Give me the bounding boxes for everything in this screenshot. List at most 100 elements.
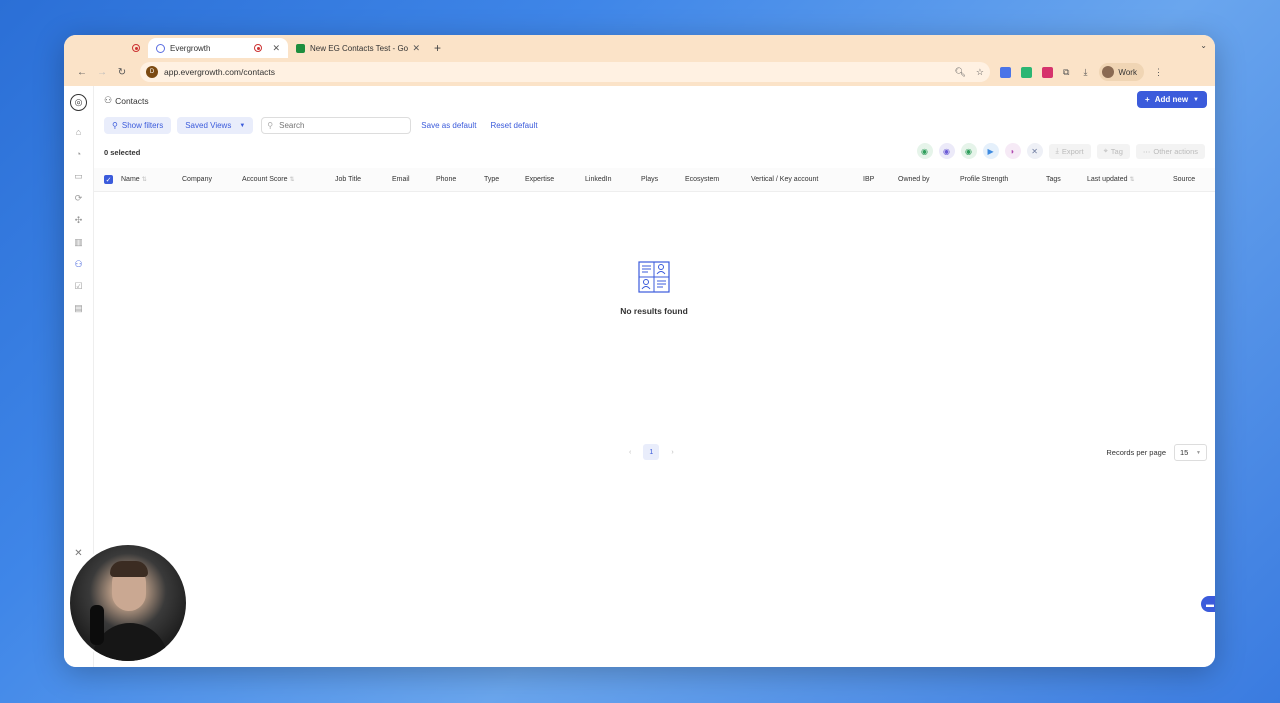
column-label: Job Title <box>335 176 362 183</box>
column-label: Company <box>182 176 212 183</box>
column-header-linkedin[interactable]: LinkedIn <box>585 176 611 183</box>
column-header-company[interactable]: Company <box>182 176 212 183</box>
building-icon[interactable]: ▥ <box>72 235 86 249</box>
extension-icon[interactable] <box>1042 66 1053 78</box>
zoom-icon[interactable]: 🔍︎ <box>954 67 965 78</box>
radar-icon[interactable]: ◔ <box>72 147 86 161</box>
evergrowth-logo-icon[interactable]: ◎ <box>70 94 87 111</box>
integration-avatar-icon[interactable]: ▶ <box>982 143 999 159</box>
tag-button[interactable]: ⌖ Tag <box>1096 143 1130 159</box>
tab-evergrowth[interactable]: Evergrowth ✕ <box>148 38 288 58</box>
reload-icon[interactable]: ↻ <box>112 67 132 78</box>
forward-icon[interactable]: → <box>92 67 112 78</box>
column-header-ibp[interactable]: IBP <box>863 176 874 183</box>
address-bar[interactable]: D app.evergrowth.com/contacts 🔍︎ ☆ <box>140 62 990 82</box>
tab-search-chevron-icon[interactable]: ⌄ <box>1200 41 1207 50</box>
chat-widget-icon[interactable]: ▬ <box>1201 596 1215 612</box>
tab-sheets[interactable]: New EG Contacts Test - Goog ✕ <box>288 38 428 58</box>
next-page-icon[interactable]: › <box>671 449 673 456</box>
column-header-phone[interactable]: Phone <box>436 176 456 183</box>
back-icon[interactable]: ← <box>72 67 92 78</box>
download-icon: ⤓ <box>1055 146 1059 155</box>
app-content: ◎ ⌂ ◔ ▭ ⟳ ✣ ▥ ⚇ ☑ ▤ ✕ ⚇ Contacts + Add n… <box>64 86 1215 667</box>
column-header-expertise[interactable]: Expertise <box>525 176 554 183</box>
other-actions-button[interactable]: ⋯ Other actions <box>1135 143 1205 159</box>
extension-icon[interactable] <box>1000 66 1011 78</box>
filter-bar: ⚲ Show filters Saved Views ▼ ⚲ Save as d… <box>104 117 538 134</box>
url-text[interactable]: app.evergrowth.com/contacts <box>164 67 944 77</box>
tab-recording[interactable] <box>64 38 148 58</box>
column-header-account-score[interactable]: Account Score ⇅ <box>242 176 295 183</box>
close-tab-icon[interactable]: ✕ <box>412 43 420 54</box>
chevron-down-icon: ▼ <box>1196 449 1201 456</box>
reset-default-button[interactable]: Reset default <box>490 121 537 130</box>
search-field[interactable]: ⚲ <box>261 117 412 134</box>
integration-avatar-icon[interactable]: ◗ <box>1004 143 1021 159</box>
column-header-tags[interactable]: Tags <box>1046 176 1061 183</box>
column-header-type[interactable]: Type <box>484 176 499 183</box>
bookmark-star-icon[interactable]: ☆ <box>976 67 984 78</box>
recording-icon <box>132 44 140 52</box>
tab-title: Evergrowth <box>170 43 211 53</box>
column-header-last-updated[interactable]: Last updated ⇅ <box>1087 176 1135 183</box>
profile-button[interactable]: Work <box>1099 63 1144 81</box>
records-per-page-select[interactable]: 15 ▼ <box>1174 444 1207 461</box>
column-label: Source <box>1173 176 1196 183</box>
prev-page-icon[interactable]: ‹ <box>629 449 631 456</box>
other-actions-label: Other actions <box>1153 146 1198 156</box>
more-menu-icon[interactable]: ⋮ <box>1154 67 1163 78</box>
tab-strip: Evergrowth ✕ New EG Contacts Test - Goog… <box>64 35 1215 58</box>
download-icon[interactable]: ⤓ <box>1083 67 1087 78</box>
column-label: Vertical / Key account <box>751 176 819 183</box>
clipboard-icon[interactable]: ▤ <box>72 301 86 315</box>
sheets-favicon-icon <box>296 43 305 53</box>
recording-icon <box>254 44 263 52</box>
bag-icon[interactable]: ▭ <box>72 169 86 183</box>
empty-state-text: No results found <box>620 306 688 316</box>
column-label: Ecosystem <box>685 176 720 183</box>
extension-icon[interactable] <box>1021 66 1032 78</box>
webcam-microphone <box>90 605 104 645</box>
close-tab-icon[interactable]: ✕ <box>272 43 280 54</box>
save-as-default-button[interactable]: Save as default <box>421 121 476 130</box>
page-button-current[interactable]: 1 <box>643 444 660 460</box>
new-tab-button[interactable]: + <box>428 38 447 58</box>
integration-avatar-icon[interactable]: ◉ <box>960 143 977 159</box>
column-header-job-title[interactable]: Job Title <box>335 176 361 183</box>
integration-avatar-icon[interactable]: ◉ <box>938 143 955 159</box>
column-header-ecosystem[interactable]: Ecosystem <box>685 176 719 183</box>
export-button[interactable]: ⤓ Export <box>1048 143 1091 159</box>
column-label: Type <box>484 176 500 183</box>
column-header-profile-strength[interactable]: Profile Strength <box>960 176 1008 183</box>
network-icon[interactable]: ✣ <box>72 213 86 227</box>
column-label: LinkedIn <box>585 176 612 183</box>
column-header-owned-by[interactable]: Owned by <box>898 176 930 183</box>
integration-avatar-icon[interactable]: ◉ <box>916 143 933 159</box>
sort-icon: ⇅ <box>1129 177 1135 183</box>
column-header-email[interactable]: Email <box>392 176 410 183</box>
integrations-icon[interactable]: ✕ <box>74 548 82 559</box>
select-all-checkbox[interactable]: ✓ <box>104 175 113 184</box>
integration-avatar-icon[interactable]: ✕ <box>1026 143 1043 159</box>
column-header-plays[interactable]: Plays <box>641 176 658 183</box>
sync-icon[interactable]: ⟳ <box>72 191 86 205</box>
add-new-label: Add new <box>1154 95 1189 104</box>
puzzle-extensions-icon[interactable]: ⧉ <box>1063 67 1069 78</box>
records-per-page-label: Records per page <box>1106 448 1166 457</box>
filter-icon: ⚲ <box>112 121 118 130</box>
saved-views-dropdown[interactable]: Saved Views ▼ <box>177 117 254 134</box>
column-header-vertical[interactable]: Vertical / Key account <box>751 176 818 183</box>
chevron-down-icon: ▼ <box>239 122 246 129</box>
sort-icon: ⇅ <box>141 177 147 183</box>
site-info-icon[interactable]: D <box>146 66 158 78</box>
home-icon[interactable]: ⌂ <box>72 125 86 139</box>
plus-icon: + <box>1145 95 1150 104</box>
column-label: Account Score <box>242 176 288 183</box>
column-header-source[interactable]: Source <box>1173 176 1195 183</box>
add-new-button[interactable]: + Add new ▼ <box>1137 91 1207 108</box>
search-input[interactable] <box>279 121 400 130</box>
column-header-name[interactable]: Name ⇅ <box>121 176 147 183</box>
show-filters-button[interactable]: ⚲ Show filters <box>104 117 172 134</box>
contacts-icon[interactable]: ⚇ <box>72 257 86 271</box>
clipboard-check-icon[interactable]: ☑ <box>72 279 86 293</box>
